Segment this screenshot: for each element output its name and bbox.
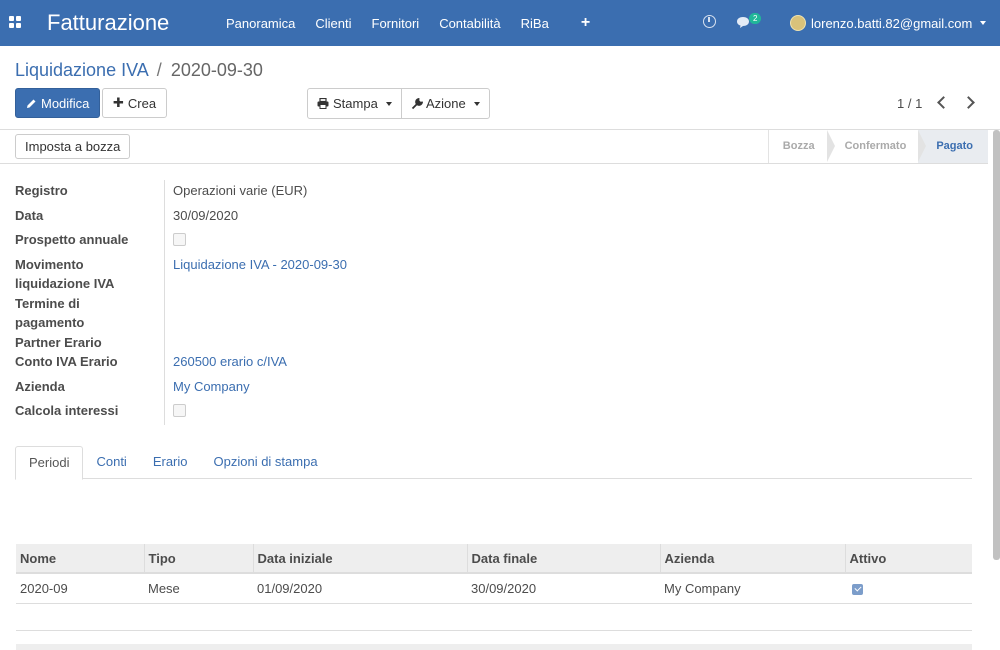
menu-item-panoramica[interactable]: Panoramica [226,16,295,31]
periods-table: Nome Tipo Data iniziale Data finale Azie… [16,544,972,604]
state-bozza: Bozza [767,130,835,163]
column-header-data-iniziale[interactable]: Data iniziale [253,544,468,574]
page-scrollbar[interactable] [993,130,1000,560]
pager-next-icon[interactable] [963,93,977,111]
set-to-draft-label: Imposta a bozza [25,139,121,154]
tab-periodi[interactable]: Periodi [15,446,84,480]
chevron-down-icon [385,101,392,106]
breadcrumb: Liquidazione IVA / 2020-09-30 [15,60,263,81]
registro-value: Operazioni varie (EUR) [173,183,308,198]
breadcrumb-separator: / [156,60,162,80]
termine-label-line2: pagamento [15,315,85,330]
printer-icon [317,98,329,109]
tab-opzioni-di-stampa[interactable]: Opzioni di stampa [201,446,331,479]
table-footer [16,644,972,650]
cell-data-finale: 30/09/2020 [467,573,660,604]
registro-label: Registro [15,183,68,198]
movimento-label-line2: liquidazione IVA [15,276,115,291]
chat-count-badge: 2 [749,13,762,24]
conto-iva-label: Conto IVA Erario [15,354,118,369]
edit-button[interactable]: Modifica [15,88,101,118]
calcola-interessi-label: Calcola interessi [15,403,119,418]
action-dropdown-button[interactable]: Azione [401,88,490,119]
create-button[interactable]: ✚ Crea [102,88,168,118]
cell-nome: 2020-09 [16,573,144,604]
edit-button-label: Modifica [41,95,90,111]
user-menu[interactable]: lorenzo.batti.82@gmail.com [790,0,987,46]
status-pipeline: Bozza Confermato Pagato [767,130,988,163]
cell-azienda: My Company [660,573,845,604]
notebook-tabs: Periodi Conti Erario Opzioni di stampa [15,446,972,480]
pager-value: 1 / 1 [897,96,923,111]
chevron-down-icon [980,21,987,25]
conto-iva-link[interactable]: 260500 erario c/IVA [173,352,287,371]
menu-item-riba[interactable]: RiBa [521,16,549,31]
data-value: 30/09/2020 [173,208,239,223]
form-label-divider [164,180,165,425]
azienda-link[interactable]: My Company [173,377,250,396]
data-label: Data [15,208,44,223]
column-header-azienda[interactable]: Azienda [660,544,846,574]
main-menu: Panoramica Clienti Fornitori Contabilità… [226,0,610,46]
menu-item-contabilita[interactable]: Contabilità [439,16,500,31]
set-to-draft-button[interactable]: Imposta a bozza [15,134,131,159]
prospetto-annuale-checkbox [173,233,186,246]
user-email: lorenzo.batti.82@gmail.com [811,15,973,31]
azienda-label: Azienda [15,379,65,394]
wrench-icon [411,97,423,109]
termine-label-line1: Termine di [15,296,80,311]
menu-item-clienti[interactable]: Clienti [315,16,351,31]
column-header-tipo[interactable]: Tipo [144,544,254,574]
column-header-attivo[interactable]: Attivo [845,544,972,574]
chevron-down-icon [473,101,480,106]
top-navbar: Fatturazione Panoramica Clienti Fornitor… [0,0,1000,46]
activity-clock-icon[interactable] [703,15,716,28]
menu-item-fornitori[interactable]: Fornitori [372,16,420,31]
movimento-link[interactable]: Liquidazione IVA - 2020-09-30 [173,255,347,274]
breadcrumb-current: 2020-09-30 [170,60,263,80]
tab-conti[interactable]: Conti [83,446,139,479]
cell-tipo: Mese [144,573,253,604]
action-button-label: Azione [426,96,466,111]
tab-erario[interactable]: Erario [140,446,201,479]
print-button-label: Stampa [333,96,378,111]
pager-previous-icon[interactable] [935,93,949,111]
cell-data-iniziale: 01/09/2020 [253,573,467,604]
app-title: Fatturazione [47,10,170,35]
apps-grid-icon[interactable] [9,16,21,28]
avatar [790,15,806,31]
prospetto-annuale-label: Prospetto annuale [15,232,129,247]
plus-icon: ✚ [113,95,124,110]
cell-attivo [845,573,972,604]
plus-icon[interactable]: + [581,14,590,32]
table-empty-row [16,603,972,631]
calcola-interessi-checkbox [173,404,186,417]
state-pagato: Pagato [918,130,988,163]
table-row[interactable]: 2020-09 Mese 01/09/2020 30/09/2020 My Co… [16,573,972,604]
column-header-nome[interactable]: Nome [16,544,145,574]
pencil-icon [27,99,36,108]
create-button-label: Crea [127,95,157,111]
table-header-row: Nome Tipo Data iniziale Data finale Azie… [16,544,972,574]
breadcrumb-parent-link[interactable]: Liquidazione IVA [15,60,148,80]
partner-erario-label: Partner Erario [15,335,102,350]
attivo-checked-icon [852,583,863,595]
state-confermato: Confermato [827,130,927,163]
movimento-label-line1: Movimento [15,257,84,272]
print-dropdown-button[interactable]: Stampa [307,88,402,119]
column-header-data-finale[interactable]: Data finale [467,544,661,574]
